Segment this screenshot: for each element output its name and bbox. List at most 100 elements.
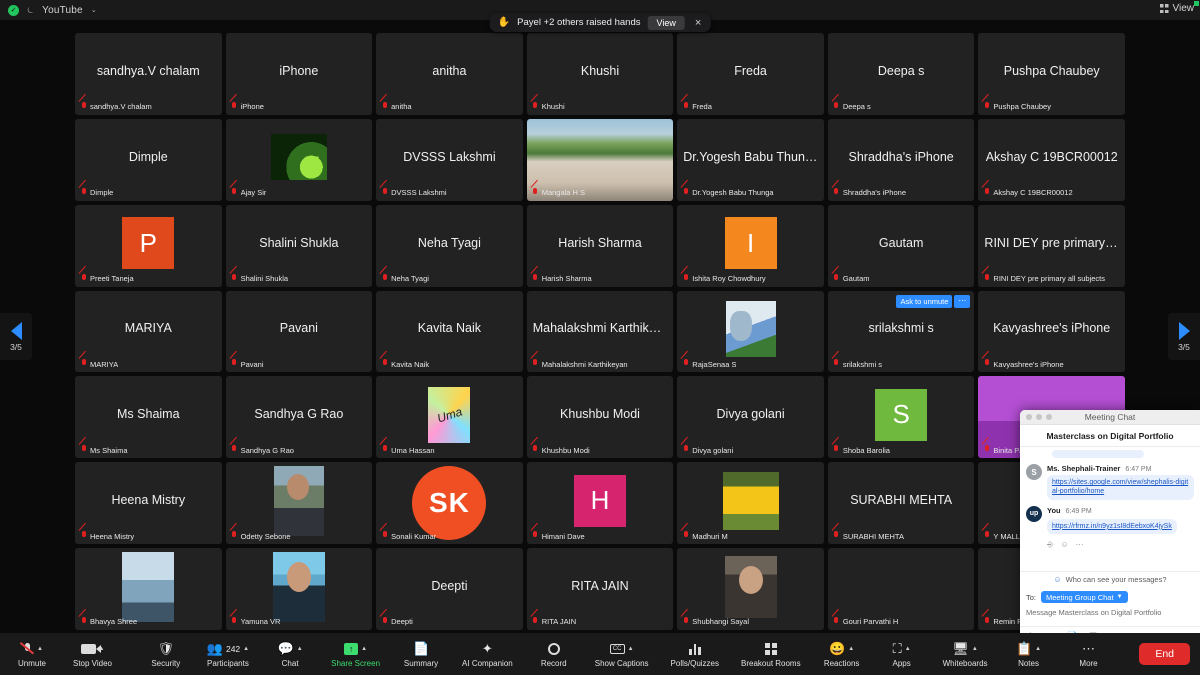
summary-button[interactable]: 📄 Summary	[399, 641, 443, 668]
reactions-button[interactable]: 😀 ▲ Reactions	[820, 641, 864, 668]
notes-chevron-icon[interactable]: ▲	[1035, 646, 1041, 652]
participant-display-name: Gautam	[878, 235, 924, 250]
message-action-row[interactable]: ⎆ ☺ ⋯	[1026, 540, 1194, 550]
view-switcher[interactable]: View	[1159, 3, 1194, 14]
participant-name-badge: Harish Sharma	[532, 273, 592, 284]
participant-tile[interactable]: Shalini Shukla Shalini Shukla	[225, 204, 373, 287]
close-icon[interactable]: ×	[692, 17, 704, 29]
participant-tile[interactable]: Bhavya Shree	[75, 548, 222, 630]
participant-tile[interactable]: Dr.Yogesh Babu Thunga Dr.Yogesh Babu Thun…	[677, 118, 824, 201]
participant-tile[interactable]: Akshay C 19BCR00012 Akshay C 19BCR00012	[978, 118, 1125, 201]
participant-tile[interactable]: Uma Uma Hassan	[376, 376, 523, 459]
chevron-down-icon[interactable]: ⌄	[91, 6, 97, 14]
participant-tile[interactable]: Ajay Sir	[225, 118, 373, 201]
participant-tile[interactable]: Freda Freda	[677, 33, 824, 115]
unmute-button[interactable]: ▲ Unmute	[10, 641, 54, 668]
record-button[interactable]: Record	[532, 641, 576, 668]
share-screen-button[interactable]: ↑ ▲ Share Screen	[328, 641, 383, 668]
message-privacy-notice[interactable]: ☺ Who can see your messages?	[1020, 571, 1200, 587]
ai-companion-button[interactable]: ✦ AI Companion	[459, 641, 516, 668]
tile-more-options-icon[interactable]: ⋯	[954, 294, 971, 308]
captions-chevron-icon[interactable]: ▲	[628, 646, 634, 652]
react-emoji-icon[interactable]: ☺	[1060, 540, 1068, 550]
previous-page-button[interactable]: 3/5	[0, 313, 32, 360]
participant-tile[interactable]: Divya golani Divya golani	[677, 376, 824, 459]
participant-tile[interactable]: SK Sonali Kumar	[376, 462, 523, 545]
participant-avatar-image	[722, 471, 779, 530]
participant-tile[interactable]: Gautam Gautam	[827, 204, 975, 287]
stop-video-button[interactable]: ▲ Stop Video	[70, 641, 115, 668]
audio-options-chevron-icon[interactable]: ▲	[37, 646, 43, 652]
message-more-icon[interactable]: ⋯	[1076, 540, 1084, 550]
participant-tile[interactable]: Sandhya G Rao Sandhya G Rao	[225, 376, 373, 459]
mic-muted-icon	[231, 445, 238, 455]
participant-tile[interactable]: iPhone iPhone	[225, 33, 373, 115]
apps-chevron-icon[interactable]: ▲	[905, 646, 911, 652]
participants-button[interactable]: 👥 242 ▲ Participants	[204, 641, 252, 668]
participant-name-badge: MARIYA	[80, 359, 118, 369]
participant-tile[interactable]: Deepti Deepti	[376, 548, 523, 630]
participant-tile[interactable]: I Ishita Roy Chowdhury	[677, 204, 824, 287]
participant-tile[interactable]: Shraddha's iPhone Shraddha's iPhone	[827, 118, 975, 201]
participant-tile[interactable]: srilakshmi s Ask to unmute ⋯ srilakshmi s	[827, 290, 975, 373]
whiteboards-button[interactable]: 🖥 ▲ Whiteboards	[940, 641, 991, 668]
participant-tile[interactable]: Kavita Naik Kavita Naik	[376, 290, 523, 373]
participant-tile[interactable]: RajaSenaa S	[677, 290, 824, 373]
participant-tile[interactable]: SURABHI MEHTA SURABHI MEHTA	[827, 462, 975, 545]
participant-tile[interactable]: Pushpa Chaubey Pushpa Chaubey	[978, 33, 1125, 115]
chat-message-header: You 6:49 PM	[1047, 506, 1194, 515]
participant-tile[interactable]: H Himani Dave	[526, 462, 674, 545]
participant-tile[interactable]: Kavyashree's iPhone Kavyashree's iPhone	[978, 290, 1125, 373]
participant-tile[interactable]: DVSSS Lakshmi DVSSS Lakshmi	[376, 118, 523, 201]
mic-muted-icon	[682, 616, 689, 627]
participant-tile[interactable]: Madhuri M	[677, 462, 824, 545]
notes-button[interactable]: 📋 ▲ Notes	[1007, 641, 1051, 668]
participant-tile[interactable]: RITA JAIN RITA JAIN	[526, 548, 674, 630]
participant-tile[interactable]: Gouri Parvathi H	[827, 548, 975, 630]
view-raised-hands-button[interactable]: View	[647, 15, 685, 30]
participant-tile[interactable]: Dimple Dimple	[75, 118, 222, 201]
participant-tile[interactable]: S Shoba Barolia	[827, 376, 975, 459]
participant-tile[interactable]: Shubhangi Sayal	[677, 548, 824, 630]
participant-tile[interactable]: MARIYA MARIYA	[75, 290, 222, 373]
security-button[interactable]: 🛡 Security	[144, 641, 188, 668]
chat-message-input[interactable]: Message Masterclass on Digital Portfolio	[1026, 603, 1194, 623]
participant-tile[interactable]: Ms Shaima Ms Shaima	[75, 376, 222, 459]
polls-quizzes-button[interactable]: Polls/Quizzes	[668, 641, 722, 668]
apps-button[interactable]: ⛶ ▲ Apps	[880, 641, 924, 668]
participant-tile[interactable]: Odetty Sebone	[225, 462, 373, 545]
show-captions-button[interactable]: CC ▲ Show Captions	[592, 641, 652, 668]
participant-tile[interactable]: Heena Mistry Heena Mistry	[75, 462, 222, 545]
participant-tile[interactable]: Harish Sharma Harish Sharma	[526, 204, 674, 287]
participant-tile[interactable]: Neha Tyagi Neha Tyagi	[376, 204, 523, 287]
participants-chevron-icon[interactable]: ▲	[243, 646, 249, 652]
participant-tile[interactable]: Khushi Khushi	[526, 33, 674, 115]
message-link[interactable]: https://sites.google.com/view/shephalis-…	[1052, 478, 1189, 497]
participant-tile[interactable]: Yamuna VR	[225, 548, 373, 630]
chat-message-list[interactable]: S Ms. Shephali-Trainer 6:47 PM https://s…	[1020, 447, 1200, 571]
participant-tile[interactable]: Pavani Pavani	[225, 290, 373, 373]
participant-tile[interactable]: Deepa s Deepa s	[827, 33, 975, 115]
participant-tile[interactable]: sandhya.V chalam sandhya.V chalam	[75, 33, 222, 115]
participant-tile[interactable]: RINI DEY pre primary all s... RINI DEY pr…	[978, 204, 1125, 287]
participant-tile[interactable]: Khushbu Modi Khushbu Modi	[526, 376, 674, 459]
whiteboards-chevron-icon[interactable]: ▲	[972, 646, 978, 652]
participant-name-badge: Divya golani	[682, 445, 733, 455]
chat-chevron-icon[interactable]: ▲	[297, 646, 303, 652]
participant-name-text: Mahalakshmi Karthikeyan	[541, 359, 628, 369]
ask-to-unmute-button[interactable]: Ask to unmute	[896, 294, 953, 308]
message-link[interactable]: https://rfrmz.in/n9yz1sI8dEebxoK4jySk	[1052, 522, 1172, 531]
reply-icon[interactable]: ⎆	[1047, 540, 1053, 550]
share-chevron-icon[interactable]: ▲	[361, 646, 367, 652]
reactions-chevron-icon[interactable]: ▲	[848, 646, 854, 652]
breakout-rooms-button[interactable]: Breakout Rooms	[738, 641, 804, 668]
participant-tile[interactable]: anitha anitha	[376, 33, 523, 115]
recipient-selector[interactable]: Meeting Group Chat ▼	[1041, 591, 1128, 603]
more-button[interactable]: ⋯ More	[1067, 641, 1111, 668]
end-meeting-button[interactable]: End	[1139, 643, 1190, 665]
participant-tile[interactable]: P Preeti Taneja	[75, 204, 222, 287]
participant-tile[interactable]: Mahalakshmi Karthikeyan Mahalakshmi Karth…	[526, 290, 674, 373]
participant-tile[interactable]: Mangala H S	[526, 118, 674, 201]
next-page-button[interactable]: 3/5	[1168, 313, 1200, 360]
chat-button[interactable]: 💬 ▲ Chat	[268, 641, 312, 668]
